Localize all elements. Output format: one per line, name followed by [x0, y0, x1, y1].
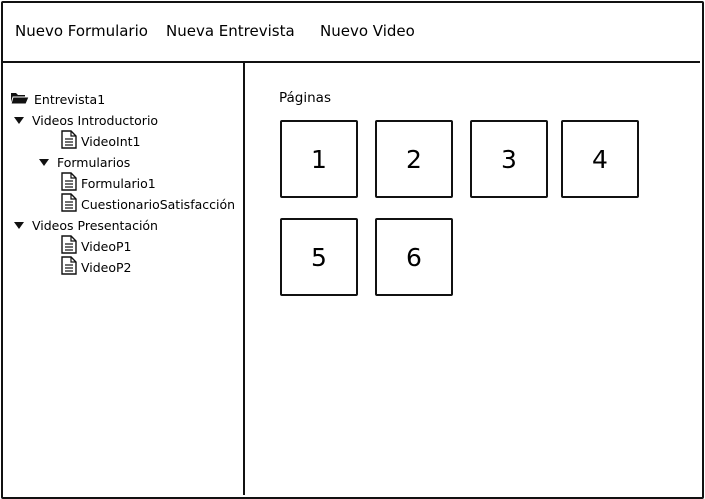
tree-node-label: VideoP2: [81, 259, 132, 275]
document-icon: [61, 256, 77, 278]
page-thumbnail-2[interactable]: 2: [375, 120, 453, 198]
page-number: 3: [501, 144, 517, 174]
page-number: 2: [406, 144, 422, 174]
page-number: 5: [311, 242, 327, 272]
caret-down-icon[interactable]: [39, 158, 49, 166]
pages-panel: Páginas 1 2 3 4 5 6: [246, 62, 700, 495]
tree-node-cuestionariosatisfaccion[interactable]: CuestionarioSatisfacción: [61, 193, 236, 215]
tree-node-videoint1[interactable]: VideoInt1: [61, 130, 141, 152]
tree-sidebar: Entrevista1 Videos Introductorio VideoIn…: [1, 62, 245, 495]
tree-node-label: Videos Presentación: [32, 217, 158, 233]
page-number: 1: [311, 144, 327, 174]
document-icon: [61, 235, 77, 257]
page-number: 6: [406, 242, 422, 272]
page-number: 4: [592, 144, 608, 174]
tree-node-label: CuestionarioSatisfacción: [81, 196, 236, 212]
caret-down-icon[interactable]: [14, 221, 24, 229]
tree-node-videos-presentacion[interactable]: Videos Presentación: [14, 215, 158, 235]
page-thumbnail-3[interactable]: 3: [470, 120, 548, 198]
tree-node-label: Formularios: [57, 154, 131, 170]
menu-item-nuevo-formulario[interactable]: Nuevo Formulario: [15, 22, 148, 40]
page-thumbnail-4[interactable]: 4: [561, 120, 639, 198]
folder-open-icon: [10, 91, 30, 108]
tree-node-videos-introductorio[interactable]: Videos Introductorio: [14, 110, 158, 130]
tree-node-label: Videos Introductorio: [32, 112, 159, 128]
tree-node-entrevista1[interactable]: Entrevista1: [10, 89, 105, 109]
page-thumbnail-6[interactable]: 6: [375, 218, 453, 296]
tree-node-label: Entrevista1: [34, 91, 106, 107]
caret-down-icon[interactable]: [14, 116, 24, 124]
top-menu-bar: Nuevo Formulario Nueva Entrevista Nuevo …: [1, 1, 700, 63]
page-thumbnail-1[interactable]: 1: [280, 120, 358, 198]
tree-node-label: Formulario1: [81, 175, 156, 191]
tree-node-label: VideoP1: [81, 238, 132, 254]
menu-item-nuevo-video[interactable]: Nuevo Video: [320, 22, 415, 40]
tree-node-videop2[interactable]: VideoP2: [61, 256, 132, 278]
document-icon: [61, 193, 77, 215]
document-icon: [61, 130, 77, 152]
tree-node-formularios[interactable]: Formularios: [39, 152, 130, 172]
tree-node-formulario1[interactable]: Formulario1: [61, 172, 156, 194]
tree-node-label: VideoInt1: [81, 133, 141, 149]
pages-title: Páginas: [279, 90, 331, 106]
page-thumbnail-5[interactable]: 5: [280, 218, 358, 296]
tree-node-videop1[interactable]: VideoP1: [61, 235, 132, 257]
document-icon: [61, 172, 77, 194]
menu-item-nueva-entrevista[interactable]: Nueva Entrevista: [166, 22, 295, 40]
